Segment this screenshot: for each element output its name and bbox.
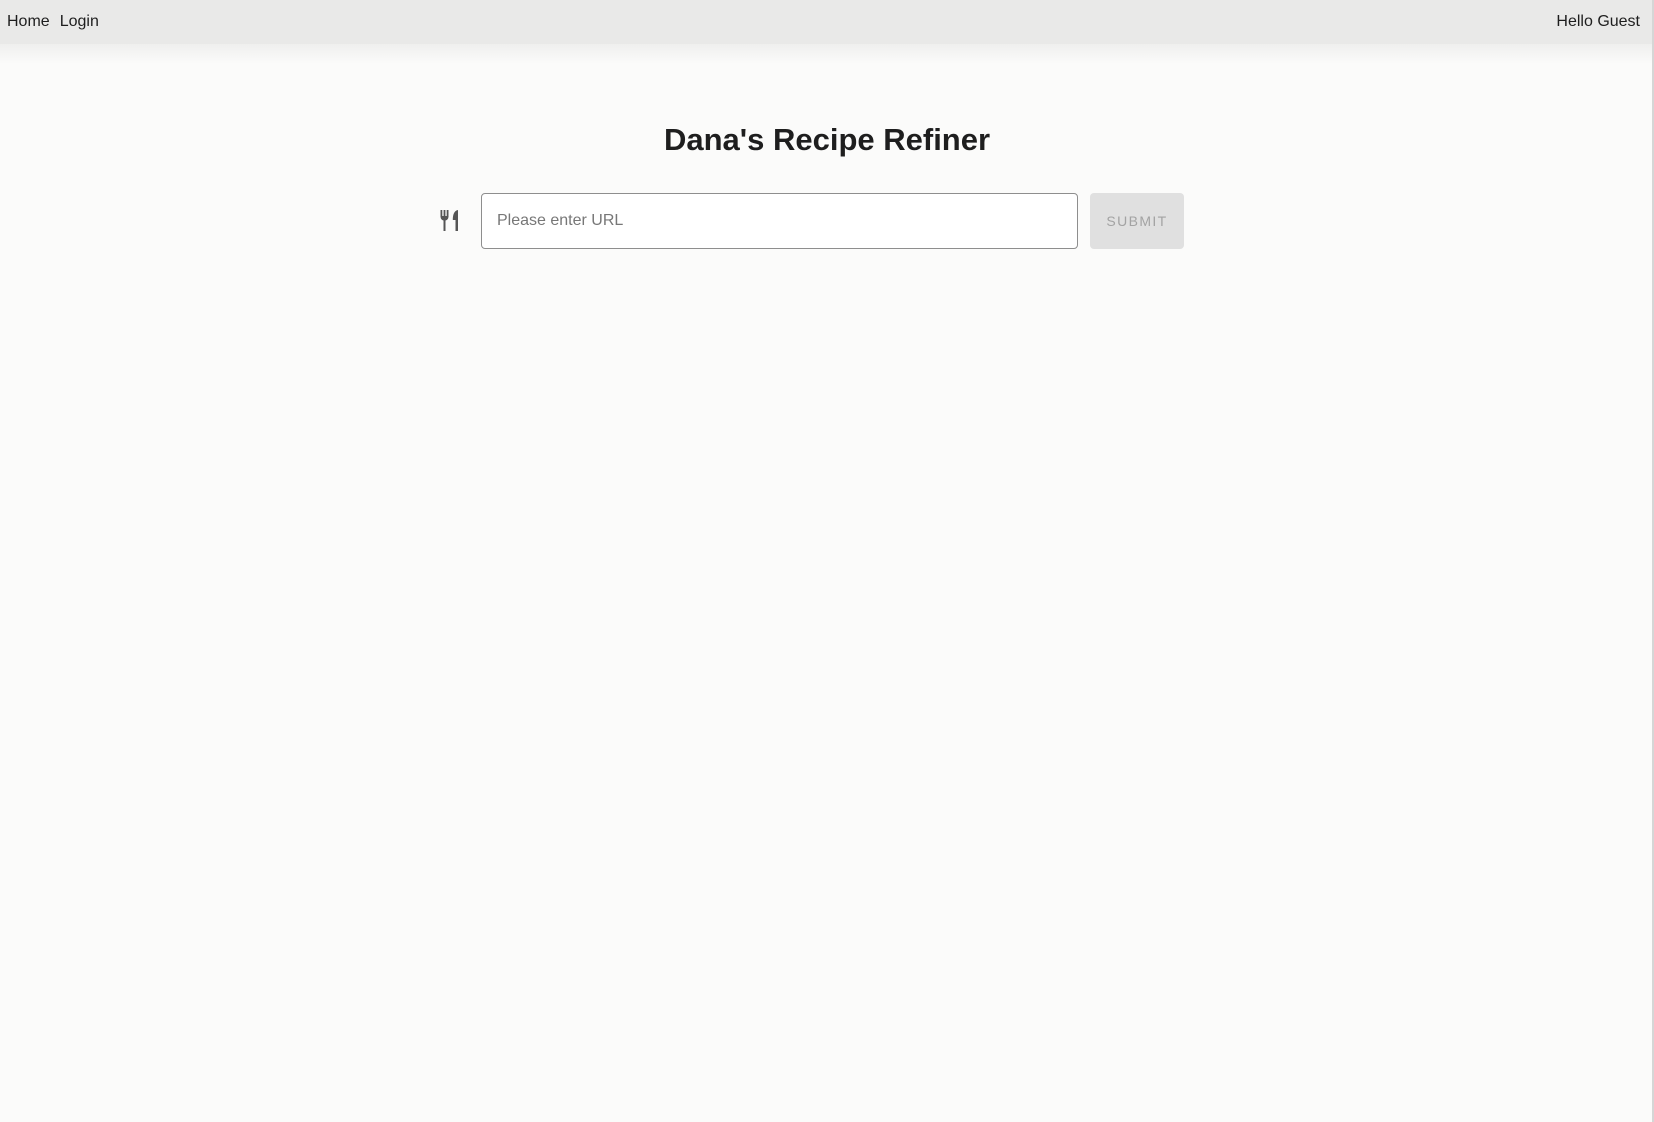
restaurant-icon xyxy=(438,209,462,233)
submit-button[interactable]: SUBMIT xyxy=(1090,193,1184,249)
page-title: Dana's Recipe Refiner xyxy=(663,122,991,157)
top-navbar: Home Login Hello Guest xyxy=(0,0,1654,44)
navbar-shadow xyxy=(0,44,1654,64)
nav-link-login[interactable]: Login xyxy=(60,13,99,31)
page: Home Login Hello Guest Dana's Recipe Ref… xyxy=(0,0,1654,1122)
nav-link-home[interactable]: Home xyxy=(7,13,50,31)
user-greeting: Hello Guest xyxy=(1556,13,1640,30)
url-input[interactable] xyxy=(481,193,1078,249)
url-form: SUBMIT xyxy=(438,193,1184,249)
nav-links: Home Login xyxy=(7,0,99,44)
